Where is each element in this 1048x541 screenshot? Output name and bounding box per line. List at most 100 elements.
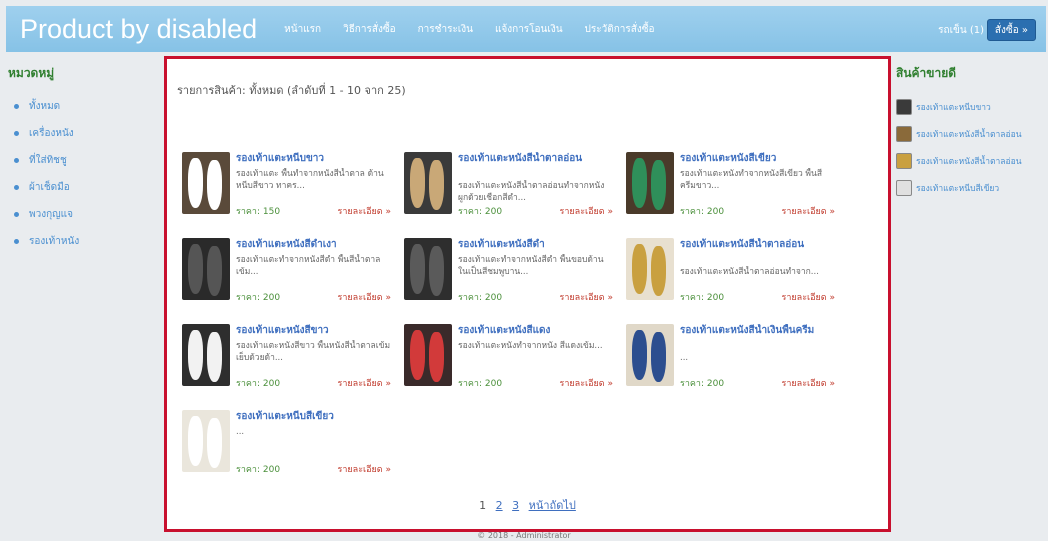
category-link[interactable]: พวงกุญแจ [29, 207, 73, 222]
main-nav: หน้าแรก วิธีการสั่งซื้อ การชำระเงิน แจ้ง… [273, 22, 665, 37]
category-link[interactable]: ผ้าเช็ดมือ [29, 180, 70, 195]
shoe-icon [632, 330, 647, 380]
product-detail-link[interactable]: รายละเอียด » [560, 290, 613, 304]
shoe-icon [207, 160, 222, 210]
price-label: ราคา: [236, 465, 260, 475]
bestseller-link[interactable]: รองเท้าแตะหนีบขาว [916, 100, 991, 114]
product-price: ราคา: 200 [236, 462, 280, 476]
product-card: รองเท้าแตะหนังสีดำเงา รองเท้าแตะทำจากหนัง… [182, 238, 402, 304]
shoe-icon [632, 158, 647, 208]
bestseller-item[interactable]: รองเท้าแตะหนีบขาว [896, 93, 1044, 120]
product-image[interactable] [182, 238, 230, 300]
category-link[interactable]: เครื่องหนัง [29, 126, 74, 141]
category-link[interactable]: ที่ใส่ทิชชู [29, 153, 67, 168]
product-info: รองเท้าแตะหนีบขาวรองเท้าแตะ พื้นทำจากหนั… [236, 152, 391, 218]
order-button[interactable]: สั่งซื้อ » [986, 19, 1036, 41]
product-price-row: ราคา: 200 รายละเอียด » [236, 376, 391, 390]
product-detail-link[interactable]: รายละเอียด » [560, 376, 613, 390]
bestseller-item[interactable]: รองเท้าแตะหนังสีน้ำตาลอ่อน [896, 147, 1044, 174]
nav-how-to-order[interactable]: วิธีการสั่งซื้อ [343, 22, 396, 37]
product-detail-link[interactable]: รายละเอียด » [338, 376, 391, 390]
product-name-link[interactable]: รองเท้าแตะหนังสีเขียว [680, 152, 835, 166]
product-grid: รองเท้าแตะหนีบขาวรองเท้าแตะ พื้นทำจากหนั… [182, 152, 882, 476]
product-info: รองเท้าแตะหนังสีน้ำตาลอ่อนรองเท้าแตะหนัง… [458, 152, 613, 218]
product-name-link[interactable]: รองเท้าแตะหนังสีแดง [458, 324, 613, 338]
shoe-icon [651, 332, 666, 382]
product-thumb-icon [896, 98, 912, 115]
bullet-icon [14, 131, 19, 136]
shoe-icon [651, 160, 666, 210]
cart-link[interactable]: รถเข็น (1) [938, 23, 984, 38]
product-detail-link[interactable]: รายละเอียด » [782, 204, 835, 218]
page-current: 1 [479, 499, 487, 512]
product-name-link[interactable]: รองเท้าแตะหนังสีน้ำตาลอ่อน [458, 152, 613, 178]
shoe-icon [429, 160, 444, 210]
nav-order-history[interactable]: ประวัติการสั่งซื้อ [585, 22, 655, 37]
bestseller-link[interactable]: รองเท้าแตะหนีบสีเขียว [916, 181, 999, 195]
category-sidebar: หมวดหมู่ ทั้งหมด เครื่องหนัง ที่ใส่ทิชชู… [8, 64, 158, 255]
shoe-icon [429, 246, 444, 296]
price-label: ราคา: [458, 293, 482, 303]
product-detail-link[interactable]: รายละเอียด » [338, 462, 391, 476]
category-item[interactable]: ผ้าเช็ดมือ [8, 174, 158, 201]
product-detail-link[interactable]: รายละเอียด » [782, 290, 835, 304]
product-price-row: ราคา: 200 รายละเอียด » [458, 290, 613, 304]
category-item[interactable]: เครื่องหนัง [8, 120, 158, 147]
nav-payment[interactable]: การชำระเงิน [418, 22, 473, 37]
category-item[interactable]: ที่ใส่ทิชชู [8, 147, 158, 174]
bestseller-link[interactable]: รองเท้าแตะหนังสีน้ำตาลอ่อน [916, 154, 1022, 168]
site-brand[interactable]: Product by disabled [20, 14, 257, 45]
product-detail-link[interactable]: รายละเอียด » [782, 376, 835, 390]
product-image[interactable] [404, 238, 452, 300]
product-description: ... [236, 427, 245, 437]
price-value: 150 [262, 207, 281, 217]
product-name-link[interactable]: รองเท้าแตะหนังสีดำ [458, 238, 613, 252]
shoe-icon [410, 158, 425, 208]
price-value: 200 [484, 379, 503, 389]
product-image[interactable] [404, 152, 452, 214]
category-link[interactable]: ทั้งหมด [29, 99, 60, 114]
product-price: ราคา: 200 [458, 290, 502, 304]
product-description: ... [680, 353, 689, 363]
product-info: รองเท้าแตะหนังสีเขียว รองเท้าแตะหนังทำจาก… [680, 152, 835, 218]
page-next-link[interactable]: หน้าถัดไป [529, 499, 576, 512]
product-detail-link[interactable]: รายละเอียด » [338, 290, 391, 304]
product-image[interactable] [404, 324, 452, 386]
product-price-row: ราคา: 200 รายละเอียด » [680, 290, 835, 304]
product-name-link[interactable]: รองเท้าแตะหนังสีดำเงา [236, 238, 391, 252]
product-name-link[interactable]: รองเท้าแตะหนีบขาว [236, 152, 391, 166]
product-name-link[interactable]: รองเท้าแตะหนังสีขาว [236, 324, 391, 338]
product-detail-link[interactable]: รายละเอียด » [560, 204, 613, 218]
product-card: รองเท้าแตะหนังสีน้ำตาลอ่อน รองเท้าแตะหนัง… [626, 238, 846, 304]
product-description: รองเท้าแตะหนังสีน้ำตาลอ่อนทำจากหนัง ผูกด… [458, 181, 605, 203]
bestseller-item[interactable]: รองเท้าแตะหนังสีน้ำตาลอ่อน [896, 120, 1044, 147]
category-link[interactable]: รองเท้าหนัง [29, 234, 79, 249]
product-image[interactable] [626, 324, 674, 386]
product-info: รองเท้าแตะหนังสีดำ รองเท้าแตะทำจากหนังสีด… [458, 238, 613, 304]
product-name-link[interactable]: รองเท้าแตะหนังสีน้ำเงินพื้นครีม [680, 324, 835, 350]
category-item[interactable]: พวงกุญแจ [8, 201, 158, 228]
category-item[interactable]: ทั้งหมด [8, 93, 158, 120]
price-label: ราคา: [458, 207, 482, 217]
product-name-link[interactable]: รองเท้าแตะหนังสีน้ำตาลอ่อน [680, 238, 835, 264]
price-label: ราคา: [236, 293, 260, 303]
shoe-icon [207, 418, 222, 468]
page-link-2[interactable]: 2 [496, 499, 503, 512]
nav-home[interactable]: หน้าแรก [284, 22, 321, 37]
product-image[interactable] [182, 410, 230, 472]
category-item[interactable]: รองเท้าหนัง [8, 228, 158, 255]
shoe-icon [429, 332, 444, 382]
product-image[interactable] [182, 324, 230, 386]
product-image[interactable] [626, 152, 674, 214]
product-name-link[interactable]: รองเท้าแตะหนีบสีเขียว [236, 410, 391, 424]
bestseller-item[interactable]: รองเท้าแตะหนีบสีเขียว [896, 174, 1044, 201]
product-description: รองเท้าแตะ พื้นทำจากหนังสีน้ำตาล ด้านหนี… [236, 169, 384, 191]
nav-transfer-notify[interactable]: แจ้งการโอนเงิน [495, 22, 563, 37]
product-image[interactable] [182, 152, 230, 214]
page-link-3[interactable]: 3 [512, 499, 519, 512]
product-price: ราคา: 200 [236, 290, 280, 304]
bestseller-link[interactable]: รองเท้าแตะหนังสีน้ำตาลอ่อน [916, 127, 1022, 141]
product-image[interactable] [626, 238, 674, 300]
product-price-row: ราคา: 150 รายละเอียด » [236, 204, 391, 218]
product-detail-link[interactable]: รายละเอียด » [338, 204, 391, 218]
